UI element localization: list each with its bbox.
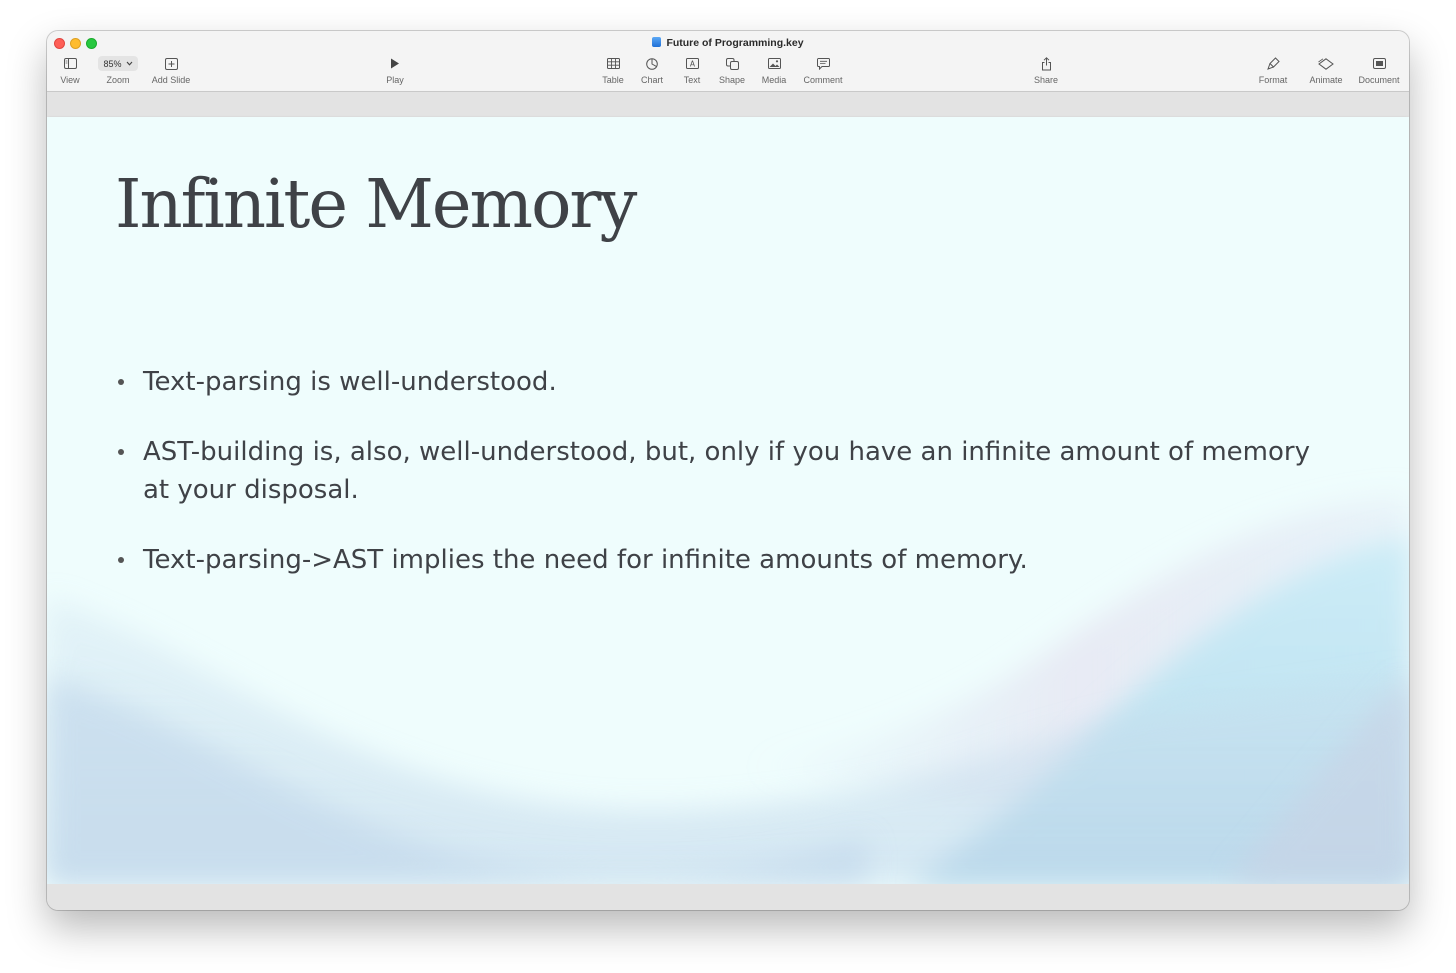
canvas-margin-bottom: [47, 884, 1409, 910]
diamond-icon: [1318, 55, 1334, 72]
table-label: Table: [602, 75, 624, 85]
pie-chart-icon: [646, 55, 658, 72]
keynote-window: Future of Programming.key View 85% Zoom: [47, 31, 1409, 910]
add-slide-label: Add Slide: [151, 75, 191, 85]
media-label: Media: [761, 75, 787, 85]
keynote-document-icon: [652, 37, 662, 47]
bullet-text: Text-parsing is well-understood.: [143, 367, 557, 397]
zoom-select[interactable]: 85%: [98, 56, 138, 71]
table-icon: [606, 55, 620, 72]
share-button[interactable]: Share: [1016, 55, 1076, 85]
sidebar-icon: [63, 55, 77, 72]
comment-label: Comment: [803, 75, 843, 85]
bullet-dot-icon: [118, 449, 124, 455]
window-title: Future of Programming.key: [47, 37, 1409, 49]
animate-button[interactable]: Animate: [1296, 55, 1356, 85]
share-label: Share: [1033, 75, 1059, 85]
play-icon: [390, 55, 400, 72]
bullet-text: Text-parsing->AST implies the need for i…: [143, 545, 1028, 575]
zoom-value: 85%: [103, 58, 122, 69]
text-box-icon: A: [685, 55, 699, 72]
svg-text:A: A: [689, 59, 695, 68]
share-icon: [1041, 55, 1052, 72]
add-slide-button[interactable]: Add Slide: [141, 55, 201, 85]
shape-label: Shape: [718, 75, 746, 85]
zoom-label: Zoom: [106, 75, 130, 85]
play-button[interactable]: Play: [365, 55, 425, 85]
animate-label: Animate: [1309, 75, 1343, 85]
plus-square-icon: [164, 55, 178, 72]
comment-icon: [816, 55, 830, 72]
format-button[interactable]: Format: [1243, 55, 1303, 85]
image-icon: [767, 55, 781, 72]
slide-canvas[interactable]: Infinite Memory Text-parsing is well-und…: [47, 117, 1409, 884]
document-label: Document: [1358, 75, 1400, 85]
zoom-control[interactable]: 85% Zoom: [88, 55, 148, 85]
format-label: Format: [1258, 75, 1288, 85]
bullet-item[interactable]: AST-building is, also, well-understood, …: [117, 433, 1337, 509]
bullet-text: AST-building is, also, well-understood, …: [143, 437, 1310, 505]
comment-button[interactable]: Comment: [793, 55, 853, 85]
bullet-dot-icon: [118, 557, 124, 563]
document-icon: [1372, 55, 1386, 72]
bullet-dot-icon: [118, 379, 124, 385]
view-label: View: [60, 75, 80, 85]
bullet-item[interactable]: Text-parsing is well-understood.: [117, 363, 1337, 401]
bullet-item[interactable]: Text-parsing->AST implies the need for i…: [117, 541, 1337, 579]
chevron-down-icon: [126, 61, 132, 66]
canvas-margin-top: [47, 92, 1409, 117]
window-title-text: Future of Programming.key: [666, 37, 804, 49]
document-button[interactable]: Document: [1349, 55, 1409, 85]
chart-label: Chart: [640, 75, 663, 85]
slide-title[interactable]: Infinite Memory: [115, 165, 637, 243]
text-label: Text: [683, 75, 701, 85]
bullet-list[interactable]: Text-parsing is well-understood. AST-bui…: [117, 363, 1337, 611]
paintbrush-icon: [1266, 55, 1280, 72]
shape-icon: [725, 55, 739, 72]
toolbar: Future of Programming.key View 85% Zoom: [47, 31, 1409, 92]
play-label: Play: [386, 75, 404, 85]
